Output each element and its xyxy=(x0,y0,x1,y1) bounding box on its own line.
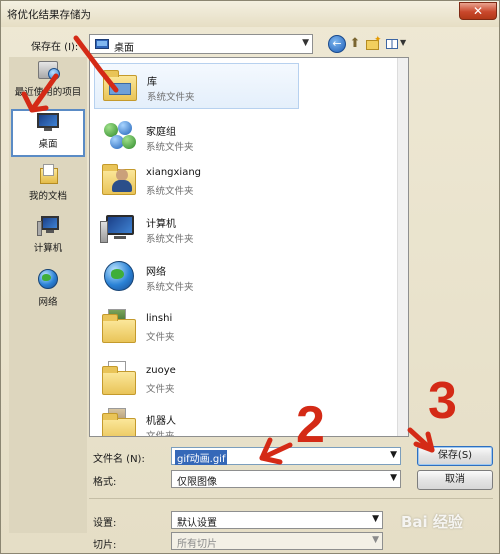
place-desktop[interactable]: 桌面 xyxy=(11,109,85,157)
list-item[interactable]: 库 系统文件夹 xyxy=(94,63,299,109)
place-label: 计算机 xyxy=(33,243,63,254)
list-item[interactable]: 家庭组 系统文件夹 xyxy=(94,114,299,160)
place-recent-items[interactable]: 最近使用的项目 xyxy=(11,59,85,107)
network-icon xyxy=(36,269,60,291)
slices-label: 切片: xyxy=(93,540,117,551)
watermark: Bai 经验 xyxy=(401,513,463,531)
file-name: 网络 xyxy=(146,267,166,278)
save-location-value: 桌面 xyxy=(114,43,134,54)
chevron-down-icon: ▼ xyxy=(390,473,397,483)
close-button[interactable]: ✕ xyxy=(459,2,497,20)
place-documents[interactable]: 我的文档 xyxy=(11,163,85,211)
chevron-down-icon: ▼ xyxy=(372,514,379,524)
file-name: zuoye xyxy=(146,365,176,376)
save-in-label: 保存在 (I): xyxy=(31,42,79,53)
homegroup-icon xyxy=(100,119,138,155)
view-menu-icon[interactable]: ▼ xyxy=(385,35,411,53)
place-computer[interactable]: 计算机 xyxy=(11,215,85,263)
places-bar: 最近使用的项目 桌面 我的文档 计算机 网络 xyxy=(9,57,87,533)
slices-value: 所有切片 xyxy=(177,539,217,550)
save-location-dropdown[interactable]: 桌面 ▼ xyxy=(89,34,313,54)
list-item[interactable]: xiangxiang 系统文件夹 xyxy=(94,158,299,204)
folder-icon xyxy=(100,309,138,345)
file-type: 系统文件夹 xyxy=(147,92,195,103)
settings-value: 默认设置 xyxy=(177,518,217,529)
file-type: 文件夹 xyxy=(146,431,175,437)
computer-icon xyxy=(100,211,138,247)
format-label: 格式: xyxy=(93,477,117,488)
place-label: 我的文档 xyxy=(28,191,67,202)
chevron-down-icon: ▼ xyxy=(372,535,379,545)
file-type: 文件夹 xyxy=(146,332,175,343)
format-select[interactable]: 仅限图像 ▼ xyxy=(171,470,401,488)
chevron-down-icon[interactable]: ▼ xyxy=(390,450,397,460)
computer-icon xyxy=(36,215,60,237)
file-type: 文件夹 xyxy=(146,384,175,395)
desktop-icon xyxy=(36,111,60,133)
filename-value: gif动画.gif xyxy=(175,450,228,465)
place-network[interactable]: 网络 xyxy=(11,269,85,317)
title-bar: 将优化结果存储为 ✕ xyxy=(1,1,499,27)
documents-icon xyxy=(36,163,60,185)
filename-input[interactable]: gif动画.gif ▼ xyxy=(171,447,401,465)
library-icon xyxy=(101,69,139,105)
file-type: 系统文件夹 xyxy=(146,282,194,293)
new-folder-icon[interactable]: ✦ xyxy=(364,35,382,53)
recent-items-icon xyxy=(36,59,60,81)
slices-select[interactable]: 所有切片 ▼ xyxy=(171,532,383,550)
place-label: 网络 xyxy=(38,297,58,308)
place-label: 桌面 xyxy=(38,139,58,150)
cancel-button[interactable]: 取消 xyxy=(417,470,493,490)
save-dialog: 将优化结果存储为 ✕ 保存在 (I): 桌面 ▼ ← ⬆ ✦ ▼ 最近使用的项目… xyxy=(0,0,500,554)
file-name: 家庭组 xyxy=(146,127,176,138)
folder-icon xyxy=(100,408,138,436)
list-item[interactable]: 计算机 系统文件夹 xyxy=(94,206,299,252)
list-item[interactable]: 机器人 文件夹 xyxy=(94,403,299,437)
file-name: 库 xyxy=(147,77,157,88)
file-type: 系统文件夹 xyxy=(146,234,194,245)
settings-label: 设置: xyxy=(93,518,117,529)
chevron-down-icon: ▼ xyxy=(302,38,309,48)
list-item[interactable]: 网络 系统文件夹 xyxy=(94,254,299,300)
save-button[interactable]: 保存(S) xyxy=(417,446,493,466)
folder-icon xyxy=(100,361,138,397)
file-name: 机器人 xyxy=(146,416,176,427)
file-list: 库 系统文件夹 家庭组 系统文件夹 xiangxiang 系统文件夹 计算机 系… xyxy=(89,57,409,437)
settings-select[interactable]: 默认设置 ▼ xyxy=(171,511,383,529)
user-folder-icon xyxy=(100,163,138,199)
place-label: 最近使用的项目 xyxy=(14,87,82,98)
file-name: xiangxiang xyxy=(146,167,202,178)
file-type: 系统文件夹 xyxy=(146,142,194,153)
list-item[interactable]: zuoye 文件夹 xyxy=(94,356,299,402)
file-name: linshi xyxy=(146,313,173,324)
desktop-icon xyxy=(95,39,109,49)
list-item[interactable]: linshi 文件夹 xyxy=(94,304,299,350)
file-name: 计算机 xyxy=(146,219,176,230)
back-arrow-icon[interactable]: ← xyxy=(328,35,346,53)
file-list-scrollbar[interactable] xyxy=(397,58,408,436)
file-type: 系统文件夹 xyxy=(146,186,194,197)
up-folder-icon[interactable]: ⬆ xyxy=(346,35,364,53)
window-title: 将优化结果存储为 xyxy=(7,9,91,21)
divider xyxy=(89,498,493,499)
filename-label: 文件名 (N): xyxy=(93,454,145,465)
format-value: 仅限图像 xyxy=(177,477,217,488)
network-icon xyxy=(100,259,138,295)
